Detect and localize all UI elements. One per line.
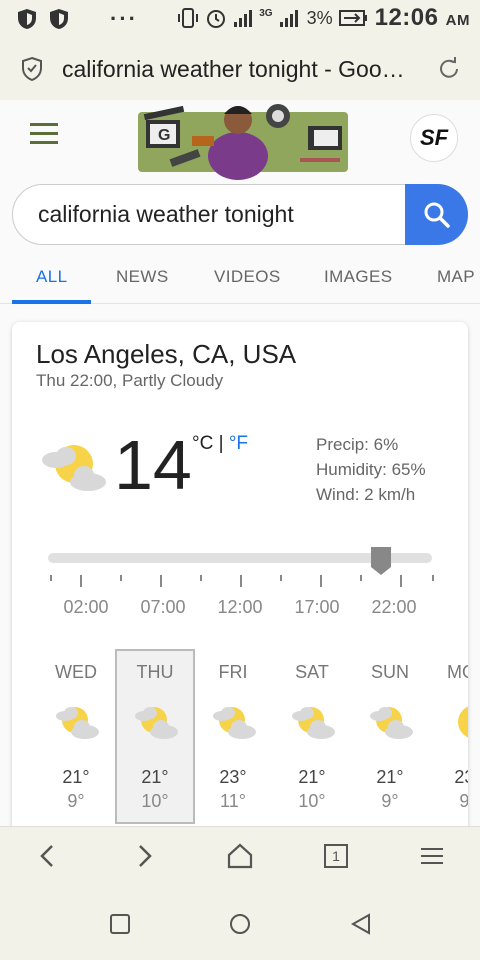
unit-celsius[interactable]: °C bbox=[192, 433, 213, 454]
weather-stats: Precip: 6% Humidity: 65% Wind: 2 km/h bbox=[316, 432, 426, 507]
wind: Wind: 2 km/h bbox=[316, 485, 416, 504]
slider-tick bbox=[50, 575, 52, 581]
svg-text:G: G bbox=[158, 127, 170, 144]
network-type: 3G bbox=[259, 7, 273, 19]
slider-tick bbox=[280, 575, 282, 581]
shield-icon bbox=[50, 9, 68, 29]
battery-charging-icon bbox=[338, 10, 367, 26]
humidity: Humidity: 65% bbox=[316, 460, 426, 479]
google-doodle[interactable]: G bbox=[130, 98, 358, 184]
alarm-icon bbox=[207, 10, 226, 28]
unit-toggle: °C | °F bbox=[192, 433, 248, 455]
partly-cloudy-icon bbox=[42, 445, 106, 491]
tab-count: 1 bbox=[332, 848, 340, 864]
unit-separator: | bbox=[213, 433, 229, 454]
slider-tick bbox=[432, 575, 434, 581]
more-notifications-icon: ··· bbox=[110, 6, 138, 31]
hamburger-menu-icon[interactable] bbox=[30, 123, 58, 145]
tab-all[interactable]: ALL bbox=[36, 267, 67, 287]
unit-fahrenheit[interactable]: °F bbox=[229, 433, 248, 454]
slider-tick bbox=[360, 575, 362, 581]
back-nav-icon[interactable] bbox=[350, 913, 372, 935]
slider-time-label: 17:00 bbox=[294, 597, 340, 617]
weather-location: Los Angeles, CA, USA bbox=[36, 339, 297, 369]
reload-icon[interactable] bbox=[436, 56, 462, 82]
slider-time-label: 12:00 bbox=[217, 597, 263, 617]
avatar[interactable]: SF bbox=[410, 114, 458, 162]
selected-day-highlight[interactable] bbox=[115, 649, 195, 824]
home-nav-icon[interactable] bbox=[229, 913, 251, 935]
slider-tick bbox=[80, 575, 82, 587]
slider-tick bbox=[240, 575, 242, 587]
avatar-text: SF bbox=[419, 125, 449, 150]
slider-time-label: 07:00 bbox=[140, 597, 186, 617]
weather-subtitle: Thu 22:00, Partly Cloudy bbox=[36, 371, 224, 390]
current-temperature: 14 bbox=[114, 426, 192, 504]
precipitation: Precip: 6% bbox=[316, 435, 399, 454]
back-icon[interactable] bbox=[36, 842, 60, 870]
tabs-button[interactable]: 1 bbox=[324, 844, 348, 868]
clock-ampm: AM bbox=[445, 12, 470, 29]
search-query[interactable]: california weather tonight bbox=[38, 201, 294, 228]
signal-icon bbox=[279, 10, 298, 27]
signal-icon bbox=[234, 10, 253, 27]
status-bar: ··· 3G 3% 12:06 AM bbox=[0, 0, 480, 38]
shield-icon bbox=[18, 9, 36, 29]
slider-thumb[interactable] bbox=[369, 545, 393, 577]
tab-news[interactable]: NEWS bbox=[116, 267, 169, 287]
slider-tick bbox=[320, 575, 322, 587]
menu-icon[interactable] bbox=[420, 842, 444, 870]
tab-maps[interactable]: MAP bbox=[437, 267, 480, 287]
slider-tick bbox=[200, 575, 202, 581]
home-icon[interactable] bbox=[226, 842, 254, 870]
clock-time: 12:06 bbox=[374, 4, 439, 31]
vibrate-icon bbox=[178, 8, 199, 28]
slider-tick bbox=[120, 575, 122, 581]
slider-time-label: 22:00 bbox=[371, 597, 417, 617]
search-button[interactable] bbox=[405, 184, 468, 245]
security-shield-icon[interactable] bbox=[20, 56, 44, 82]
clock: 12:06 AM bbox=[375, 4, 470, 32]
active-tab-indicator bbox=[12, 300, 91, 304]
slider-tick bbox=[400, 575, 402, 587]
battery-percent: 3% bbox=[306, 7, 333, 28]
slider-tick bbox=[160, 575, 162, 587]
search-icon bbox=[424, 202, 450, 228]
tab-images[interactable]: IMAGES bbox=[324, 267, 393, 287]
slider-time-label: 02:00 bbox=[63, 597, 109, 617]
tab-videos[interactable]: VIDEOS bbox=[214, 267, 281, 287]
forward-icon[interactable] bbox=[132, 842, 156, 870]
recents-icon[interactable] bbox=[110, 914, 130, 934]
page-title[interactable]: california weather tonight - Goo… bbox=[62, 56, 405, 83]
